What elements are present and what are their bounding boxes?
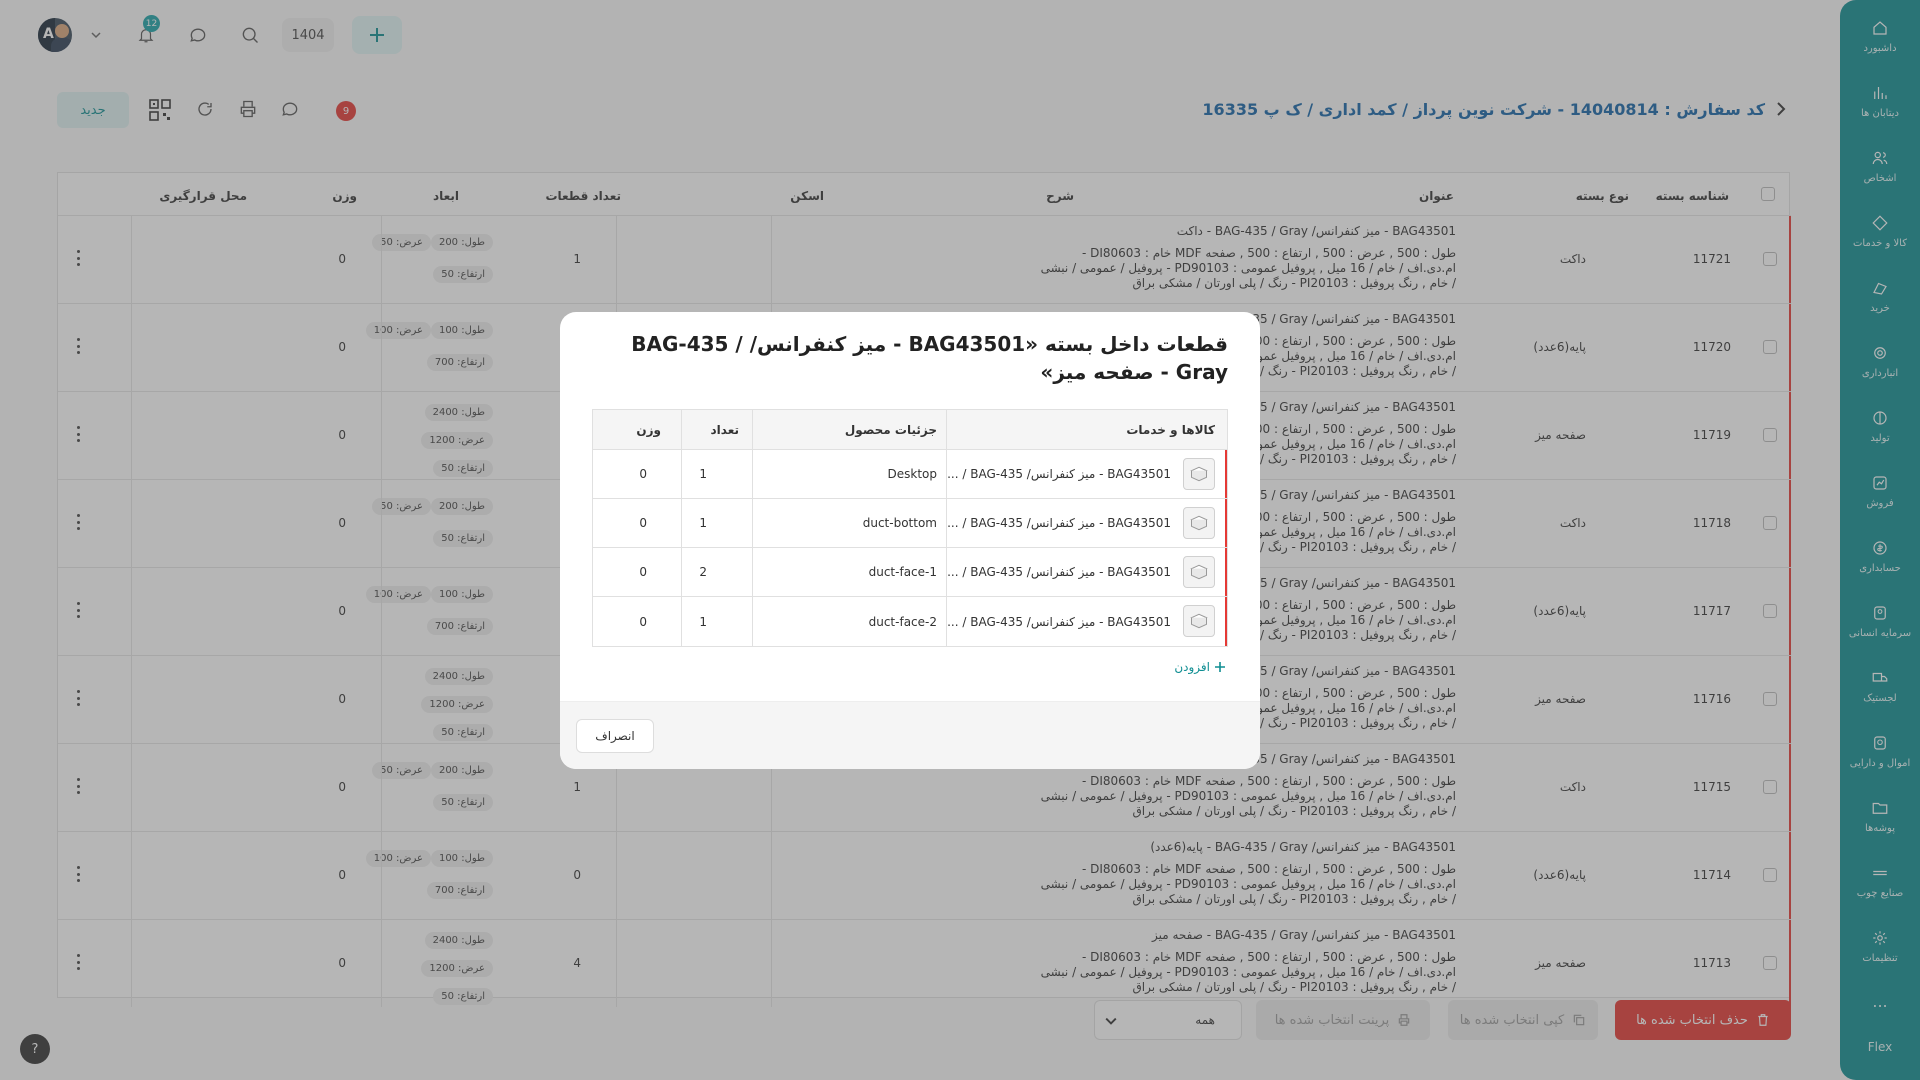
part-count: 1 — [699, 516, 707, 530]
part-details: duct-bottom — [862, 516, 937, 530]
part-weight: 0 — [639, 467, 647, 481]
part-row[interactable]: BAG43501 - میز کنفرانس/ BAG-435 / ... duc… — [593, 597, 1227, 646]
part-row[interactable]: BAG43501 - میز کنفرانس/ BAG-435 / ... duc… — [593, 499, 1227, 548]
part-count: 2 — [699, 565, 707, 579]
part-details: duct-face-2 — [868, 614, 937, 629]
cancel-button[interactable]: انصراف — [576, 719, 654, 753]
add-part-link[interactable]: افزودن — [1174, 660, 1226, 674]
part-details: duct-face-1 — [868, 565, 937, 579]
part-weight: 0 — [639, 614, 647, 629]
part-goods: BAG43501 - میز کنفرانس/ BAG-435 / ... — [947, 516, 1171, 530]
package-parts-dialog: قطعات داخل بسته «BAG43501 - میز کنفرانس/… — [560, 312, 1260, 769]
part-details: Desktop — [887, 467, 938, 481]
col-count-header: تعداد — [710, 422, 739, 437]
product-thumbnail-icon — [1183, 458, 1215, 490]
parts-table: کالاها و خدمات جزئیات محصول تعداد وزن BA… — [592, 409, 1228, 647]
dialog-footer: انصراف — [560, 701, 1260, 769]
part-goods: BAG43501 - میز کنفرانس/ BAG-435 / ... — [947, 614, 1171, 629]
product-thumbnail-icon — [1183, 507, 1215, 539]
part-row[interactable]: BAG43501 - میز کنفرانس/ BAG-435 / ... Des… — [593, 450, 1227, 499]
part-row[interactable]: BAG43501 - میز کنفرانس/ BAG-435 / ... duc… — [593, 548, 1227, 597]
part-goods: BAG43501 - میز کنفرانس/ BAG-435 / ... — [947, 467, 1171, 481]
col-details-header: جزئیات محصول — [844, 422, 937, 437]
part-weight: 0 — [639, 565, 647, 579]
col-goods-header: کالاها و خدمات — [1126, 422, 1215, 437]
part-count: 1 — [699, 467, 707, 481]
part-goods: BAG43501 - میز کنفرانس/ BAG-435 / ... — [947, 565, 1171, 579]
dialog-title: قطعات داخل بسته «BAG43501 - میز کنفرانس/… — [631, 332, 1228, 384]
part-weight: 0 — [639, 516, 647, 530]
product-thumbnail-icon — [1183, 556, 1215, 588]
product-thumbnail-icon — [1183, 605, 1215, 637]
col-weight-header: وزن — [636, 422, 661, 437]
plus-icon — [1215, 662, 1225, 672]
add-part-label: افزودن — [1174, 660, 1210, 674]
parts-table-header: کالاها و خدمات جزئیات محصول تعداد وزن — [593, 410, 1227, 450]
part-count: 1 — [699, 614, 707, 629]
